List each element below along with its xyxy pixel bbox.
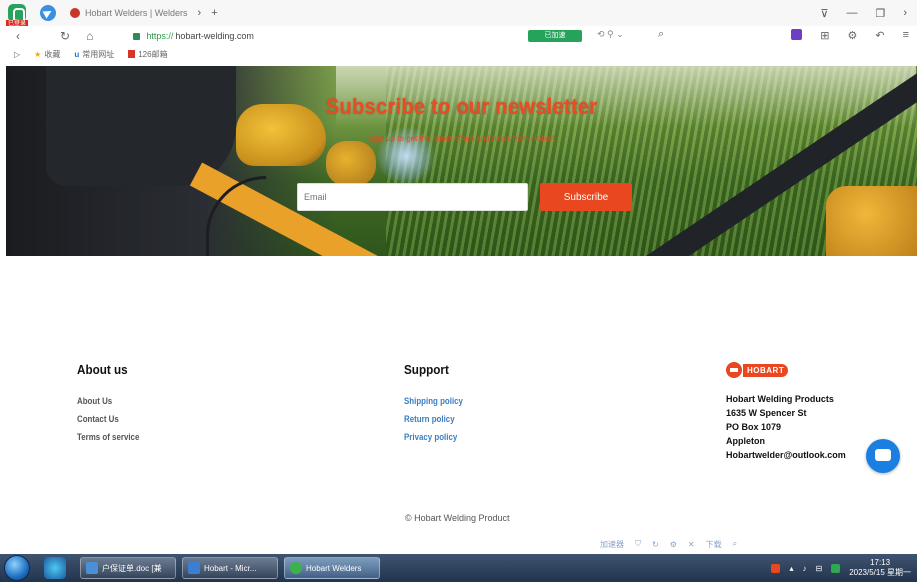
toolbar-right: ⊞ ⚙ ↶ ≡: [791, 29, 909, 42]
return-policy-link[interactable]: Return policy: [404, 414, 455, 424]
clock-date: 2023/5/15 星期一: [849, 568, 911, 577]
system-tray: ▴ ♪ ⊟ 17:13 2023/5/15 星期一: [771, 558, 911, 578]
shirt-icon[interactable]: ⊽: [820, 7, 828, 20]
newsletter-title: Subscribe to our newsletter: [325, 94, 598, 119]
address-bar: ‹ ↻ ⌂ https:// hobart-welding.com 已加速 ⟲ …: [0, 26, 917, 46]
restore-icon[interactable]: ❐: [875, 7, 885, 20]
shield-icon[interactable]: ⛉: [635, 539, 641, 549]
email-input[interactable]: [297, 183, 528, 211]
newsletter-hero: Subscribe to our newsletter Sign up to g…: [6, 66, 917, 256]
chat-icon[interactable]: [866, 439, 900, 473]
lock-icon: [133, 32, 141, 40]
bookmark-logo-icon: u: [74, 49, 80, 59]
clock-time: 17:13: [870, 558, 891, 567]
hobart-logo[interactable]: HOBART: [726, 362, 789, 378]
extension-icon[interactable]: [791, 29, 803, 40]
subscribe-button[interactable]: Subscribe: [540, 183, 632, 211]
browser-icon: [188, 562, 200, 574]
terms-of-service-link[interactable]: Terms of service: [77, 432, 139, 442]
company-po-box: PO Box 1079: [726, 422, 782, 432]
newsletter-subtitle: Sign up to get the latest offers and new…: [367, 134, 556, 143]
browser-status-bar: 加速器 ⛉ ↻ ⚙ ✕ 下载 ⌕: [600, 537, 917, 551]
minimize-icon[interactable]: —: [846, 7, 857, 20]
bookmark-126[interactable]: 126邮箱: [128, 49, 168, 60]
url-scheme: https://: [146, 31, 174, 41]
refresh-status-icon[interactable]: ↻: [652, 540, 659, 549]
about-heading: About us: [77, 362, 128, 377]
settings-status-icon[interactable]: ⚙: [670, 540, 677, 549]
browser-window: 已登录 Hobart Welders | Welders › + ⊽ — ❐ ›…: [0, 0, 917, 582]
welding-glove-2: [326, 141, 376, 186]
menu-icon[interactable]: ≡: [903, 29, 909, 42]
home-icon[interactable]: ⌂: [86, 29, 93, 43]
mail-icon: [128, 50, 136, 58]
tray-green-icon[interactable]: [831, 563, 841, 573]
tab-title: Hobart Welders | Welders: [85, 8, 188, 18]
contact-us-link[interactable]: Contact Us: [77, 414, 119, 424]
bookmark-common[interactable]: u 常用网址: [74, 49, 114, 60]
company-city: Appleton: [726, 436, 765, 446]
browser-app-icon: [290, 562, 302, 574]
company-street: 1635 W Spencer St: [726, 408, 807, 418]
support-heading: Support: [404, 362, 449, 377]
telegram-icon[interactable]: [40, 5, 56, 21]
download-status[interactable]: 下载: [706, 539, 722, 550]
hobart-logo-icon: [726, 362, 742, 378]
shipping-policy-link[interactable]: Shipping policy: [404, 396, 463, 406]
volume-icon[interactable]: ♪: [802, 564, 806, 573]
company-name: Hobart Welding Products: [726, 394, 834, 404]
start-button[interactable]: [4, 555, 30, 581]
apps-grid-icon[interactable]: ⊞: [820, 29, 829, 42]
task-hobart-welders[interactable]: Hobart Welders: [284, 557, 380, 579]
undo-icon[interactable]: ↶: [875, 29, 884, 42]
tray-arrow-icon[interactable]: ▴: [789, 564, 793, 573]
refresh-icon[interactable]: ↻: [60, 29, 70, 43]
clock[interactable]: 17:13 2023/5/15 星期一: [849, 558, 911, 578]
accelerate-button[interactable]: 已加速: [528, 30, 582, 42]
company-email[interactable]: Hobartwelder@outlook.com: [726, 450, 846, 460]
zoom-icon[interactable]: ⌕: [733, 539, 737, 549]
mute-icon[interactable]: ✕: [688, 540, 695, 549]
taskbar: 户保证单.doc [兼 Hobart - Micr... Hobart Weld…: [0, 554, 917, 582]
task-browser-micr[interactable]: Hobart - Micr...: [182, 557, 278, 579]
copyright: © Hobart Welding Product: [405, 513, 510, 523]
tab-close-icon[interactable]: ›: [198, 7, 202, 19]
task-document[interactable]: 户保证单.doc [兼: [80, 557, 176, 579]
window-controls: ⊽ — ❐ ›: [820, 7, 907, 20]
privacy-policy-link[interactable]: Privacy policy: [404, 432, 457, 442]
network-icon[interactable]: ⊟: [815, 564, 822, 573]
welding-machine: [826, 186, 917, 256]
tab-bar: 已登录 Hobart Welders | Welders › + ⊽ — ❐ ›: [0, 0, 917, 28]
url-field[interactable]: https:// hobart-welding.com: [133, 31, 254, 41]
tab-hobart[interactable]: Hobart Welders | Welders ›: [70, 3, 201, 23]
logo-wordmark: HOBART: [743, 363, 789, 377]
bookmarks-bar: ▷ ★ 收藏 u 常用网址 126邮箱: [0, 46, 917, 62]
hobart-favicon-icon: [70, 8, 80, 18]
word-icon: [86, 562, 98, 574]
url-host: hobart-welding.com: [175, 31, 254, 41]
about-us-link[interactable]: About Us: [77, 396, 112, 406]
pinned-app-icon[interactable]: [44, 557, 66, 579]
chevron-right-icon[interactable]: ›: [903, 7, 907, 20]
search-icon[interactable]: ⌕: [658, 28, 664, 41]
back-icon[interactable]: ‹: [16, 29, 20, 43]
accelerator-status[interactable]: 加速器: [600, 539, 624, 550]
tray-app-icon[interactable]: [771, 563, 781, 573]
settings-icon[interactable]: ⚙: [847, 29, 857, 42]
sidebar-toggle-icon[interactable]: ▷: [14, 50, 20, 59]
bookmark-favorites[interactable]: ★ 收藏: [34, 49, 60, 60]
new-tab-icon[interactable]: +: [211, 7, 217, 19]
address-tools-icon[interactable]: ⟲ ⚲ ⌄: [597, 29, 624, 40]
star-icon: ★: [34, 49, 42, 59]
